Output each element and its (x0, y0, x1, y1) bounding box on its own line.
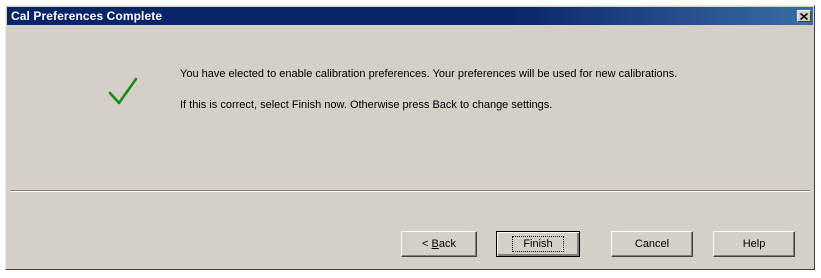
back-button-prefix: < (422, 238, 432, 250)
close-icon (800, 12, 808, 20)
separator (10, 190, 810, 192)
back-button-label: ack (438, 238, 456, 250)
back-button[interactable]: < Back (401, 231, 477, 257)
back-button-mnemonic: B (431, 238, 439, 250)
message-line-1: You have elected to enable calibration p… (180, 68, 678, 80)
message-line-2: If this is correct, select Finish now. O… (180, 99, 553, 111)
help-button[interactable]: Help (713, 231, 795, 257)
window-title: Cal Preferences Complete (11, 9, 163, 23)
title-bar[interactable]: Cal Preferences Complete (7, 7, 813, 25)
checkmark-icon (108, 77, 138, 105)
finish-button[interactable]: Finish (496, 231, 580, 257)
dialog-content: You have elected to enable calibration p… (6, 25, 814, 190)
close-button[interactable] (797, 10, 811, 22)
finish-button-label: Finish (512, 236, 564, 252)
help-button-label: Help (742, 238, 766, 250)
dialog-window: Cal Preferences Complete You have electe… (5, 5, 815, 270)
cancel-button-label: Cancel (634, 238, 670, 250)
message-text: You have elected to enable calibration p… (180, 68, 700, 112)
cancel-button[interactable]: Cancel (611, 231, 693, 257)
